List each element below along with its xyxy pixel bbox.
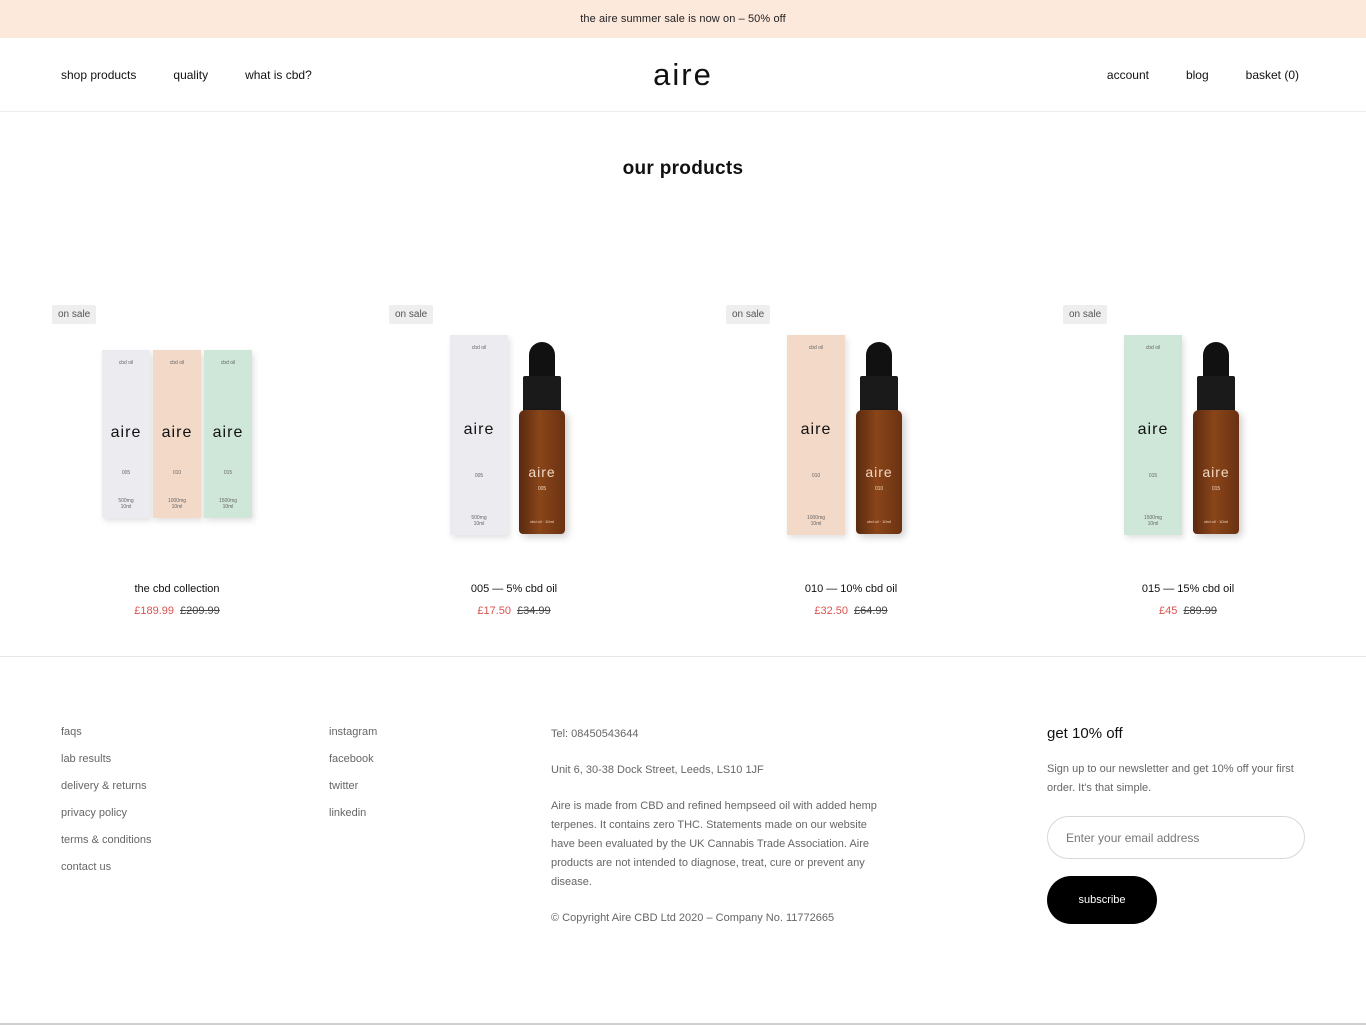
bottle-brand: aire: [528, 464, 556, 480]
subscribe-button[interactable]: subscribe: [1047, 876, 1157, 924]
box-brand: aire: [212, 424, 244, 441]
box-code: 010: [172, 470, 182, 476]
on-sale-badge: on sale: [52, 305, 97, 324]
bottle-code: 005: [537, 486, 547, 492]
bottle-code: 015: [1211, 486, 1221, 492]
box-code: 005: [474, 473, 484, 479]
footer-company-info: Tel: 08450543644 Unit 6, 30-38 Dock Stre…: [551, 725, 881, 945]
product-image[interactable]: cbd oil aire 005 500mg 10ml cbd oil aire …: [82, 330, 302, 560]
original-price: £209.99: [180, 605, 220, 617]
bottle-code: 010: [874, 486, 884, 492]
announcement-text: the aire summer sale is now on – 50% off: [580, 13, 786, 25]
box-brand: aire: [800, 421, 832, 438]
box-strength: 1000mg 10ml: [806, 515, 826, 527]
bottle-foot: cbd oil · 10ml: [1204, 519, 1228, 524]
sale-price: £17.50: [477, 605, 511, 617]
on-sale-badge: on sale: [389, 305, 434, 324]
box-strength: 1000mg 10ml: [167, 498, 187, 510]
sale-price: £189.99: [134, 605, 174, 617]
site-header: shop products quality what is cbd? aire …: [0, 38, 1366, 112]
site-logo[interactable]: aire: [653, 57, 713, 93]
footer-copyright: © Copyright Aire CBD Ltd 2020 – Company …: [551, 912, 835, 924]
announcement-bar: the aire summer sale is now on – 50% off: [0, 0, 1366, 38]
box-010: cbd oil aire 010 1000mg 10ml: [153, 350, 201, 518]
box-brand: aire: [463, 421, 495, 438]
box-label: cbd oil: [471, 345, 487, 351]
newsletter-signup: get 10% off Sign up to our newsletter an…: [1047, 725, 1307, 924]
original-price: £64.99: [854, 605, 888, 617]
price-row: £17.50 £34.99: [389, 605, 639, 617]
footer-link-linkedin[interactable]: linkedin: [329, 806, 377, 820]
product-name[interactable]: 015 — 15% cbd oil: [1063, 583, 1313, 595]
box-label: cbd oil: [169, 360, 185, 366]
bottle-brand: aire: [1202, 464, 1230, 480]
bottle-brand: aire: [865, 464, 893, 480]
footer-disclaimer: Aire is made from CBD and refined hempse…: [551, 800, 877, 888]
footer-tel: Tel: 08450543644: [551, 728, 639, 740]
footer-link-lab-results[interactable]: lab results: [61, 752, 151, 766]
box-label: cbd oil: [220, 360, 236, 366]
email-field[interactable]: [1047, 816, 1305, 859]
box-brand: aire: [1137, 421, 1169, 438]
box-brand: aire: [161, 424, 193, 441]
box-strength: 1500mg 10ml: [1143, 515, 1163, 527]
primary-nav: shop products quality what is cbd?: [61, 38, 349, 112]
original-price: £34.99: [517, 605, 551, 617]
footer-links-help: faqs lab results delivery & returns priv…: [61, 725, 151, 887]
footer-link-terms[interactable]: terms & conditions: [61, 833, 151, 847]
product-image[interactable]: cbd oil aire 010 1000mg 10ml aire 010 cbd…: [756, 330, 976, 560]
bottle-foot: cbd oil · 10ml: [530, 519, 554, 524]
nav-basket[interactable]: basket (0): [1246, 68, 1299, 82]
bottle-foot: cbd oil · 10ml: [867, 519, 891, 524]
box-label: cbd oil: [118, 360, 134, 366]
box-brand: aire: [110, 424, 142, 441]
product-name[interactable]: 005 — 5% cbd oil: [389, 583, 639, 595]
box-015: cbd oil aire 015 1500mg 10ml: [204, 350, 252, 518]
box-015: cbd oil aire 015 1500mg 10ml: [1124, 335, 1182, 535]
original-price: £89.99: [1183, 605, 1217, 617]
footer-link-contact[interactable]: contact us: [61, 860, 151, 874]
product-name[interactable]: 010 — 10% cbd oil: [726, 583, 976, 595]
box-strength: 1500mg 10ml: [218, 498, 238, 510]
box-label: cbd oil: [1145, 345, 1161, 351]
nav-account[interactable]: account: [1107, 68, 1149, 82]
product-image[interactable]: cbd oil aire 005 500mg 10ml aire 005 cbd …: [419, 330, 639, 560]
product-image[interactable]: cbd oil aire 015 1500mg 10ml aire 015 cbd…: [1093, 330, 1313, 560]
on-sale-badge: on sale: [726, 305, 771, 324]
on-sale-badge: on sale: [1063, 305, 1108, 324]
footer-link-privacy-policy[interactable]: privacy policy: [61, 806, 151, 820]
footer-link-instagram[interactable]: instagram: [329, 725, 377, 739]
nav-blog[interactable]: blog: [1186, 68, 1209, 82]
box-strength: 500mg 10ml: [471, 515, 487, 527]
sale-price: £45: [1158, 605, 1178, 617]
box-label: cbd oil: [808, 345, 824, 351]
box-code: 015: [223, 470, 233, 476]
price-row: £189.99 £209.99: [52, 605, 302, 617]
box-code: 010: [811, 473, 821, 479]
footer-link-facebook[interactable]: facebook: [329, 752, 377, 766]
newsletter-title: get 10% off: [1047, 725, 1123, 742]
nav-quality[interactable]: quality: [173, 68, 208, 82]
nav-what-is-cbd[interactable]: what is cbd?: [245, 68, 312, 82]
footer-link-twitter[interactable]: twitter: [329, 779, 377, 793]
newsletter-text: Sign up to our newsletter and get 10% of…: [1047, 763, 1294, 794]
account-nav: account blog basket (0): [1070, 38, 1299, 112]
nav-shop-products[interactable]: shop products: [61, 68, 136, 82]
box-strength: 500mg 10ml: [118, 498, 134, 510]
box-code: 015: [1148, 473, 1158, 479]
box-005: cbd oil aire 005 500mg 10ml: [102, 350, 150, 518]
sale-price: £32.50: [814, 605, 848, 617]
footer-address: Unit 6, 30-38 Dock Street, Leeds, LS10 1…: [551, 764, 764, 776]
price-row: £32.50 £64.99: [726, 605, 976, 617]
price-row: £45 £89.99: [1063, 605, 1313, 617]
footer-link-delivery-returns[interactable]: delivery & returns: [61, 779, 151, 793]
product-name[interactable]: the cbd collection: [52, 583, 302, 595]
footer-links-social: instagram facebook twitter linkedin: [329, 725, 377, 833]
box-010: cbd oil aire 010 1000mg 10ml: [787, 335, 845, 535]
box-code: 005: [121, 470, 131, 476]
footer-link-faqs[interactable]: faqs: [61, 725, 151, 739]
page-title: our products: [622, 158, 744, 179]
box-005: cbd oil aire 005 500mg 10ml: [450, 335, 508, 535]
site-footer: faqs lab results delivery & returns priv…: [0, 656, 1366, 1025]
